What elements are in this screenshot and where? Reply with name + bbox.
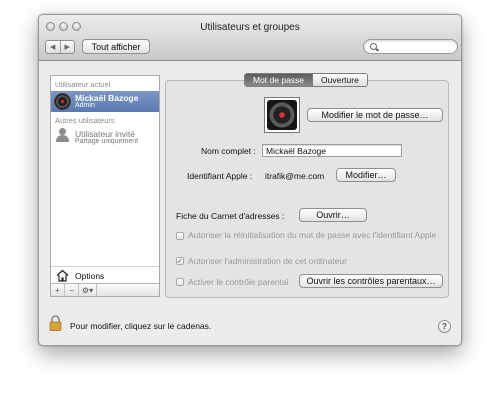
current-user-header: Utilisateur actuel — [55, 80, 111, 89]
full-name-field[interactable]: Mickaël Bazoge — [262, 144, 402, 157]
open-address-book-button[interactable]: Ouvrir… — [299, 208, 367, 222]
sidebar-item-current-user[interactable]: Mickaël Bazoge Admin — [51, 91, 159, 112]
allow-admin-label: Autoriser l'administration de cet ordina… — [188, 256, 347, 266]
search-input[interactable] — [363, 39, 458, 54]
avatar — [54, 93, 71, 110]
modify-apple-id-button[interactable]: Modifier… — [336, 168, 396, 182]
help-button[interactable]: ? — [438, 320, 451, 333]
sidebar-item-guest-user[interactable]: Utilisateur invité Partage uniquement — [51, 127, 159, 148]
address-book-label: Fiche du Carnet d'adresses : — [176, 211, 285, 221]
titlebar: Utilisateurs et groupes ◀ ▶ Tout affiche… — [39, 15, 461, 61]
lock-icon[interactable] — [49, 315, 62, 331]
change-password-button[interactable]: Modifier le mot de passe… — [307, 108, 443, 122]
options-label: Options — [75, 271, 105, 281]
lock-message: Pour modifier, cliquez sur le cadenas. — [70, 321, 212, 331]
preferences-window: Utilisateurs et groupes ◀ ▶ Tout affiche… — [38, 14, 462, 346]
users-sidebar: Utilisateur actuel Mickaël Bazoge Admin … — [50, 75, 160, 297]
sidebar-toolbar: + − ⚙▾ — [51, 283, 159, 296]
apple-id-value: itrafik@me.com — [265, 171, 325, 181]
guest-role: Partage uniquement — [75, 138, 139, 145]
allow-admin-checkbox[interactable]: ✓ — [176, 257, 184, 265]
tab-bar: Mot de passe Ouverture — [244, 73, 368, 87]
show-all-button[interactable]: Tout afficher — [82, 39, 150, 54]
allow-reset-label: Autoriser la réinitialisation du mot de … — [188, 230, 437, 240]
nav-back-forward: ◀ ▶ — [45, 40, 75, 54]
other-users-header: Autres utilisateurs — [55, 116, 115, 125]
window-title: Utilisateurs et groupes — [200, 22, 300, 33]
forward-icon[interactable]: ▶ — [59, 41, 75, 53]
parental-controls-checkbox[interactable] — [176, 278, 184, 286]
user-picture[interactable] — [264, 97, 300, 133]
tab-password[interactable]: Mot de passe — [245, 74, 313, 86]
user-role: Admin — [75, 102, 95, 109]
search-icon — [370, 43, 377, 50]
back-icon[interactable]: ◀ — [46, 41, 60, 53]
open-parental-controls-button[interactable]: Ouvrir les contrôles parentaux… — [299, 274, 443, 288]
allow-reset-checkbox[interactable] — [176, 232, 184, 240]
sidebar-item-options[interactable]: Options — [51, 266, 159, 284]
apple-id-label: Identifiant Apple : — [187, 171, 253, 181]
parental-controls-label: Activer le contrôle parental — [188, 277, 289, 287]
remove-user-button[interactable]: − — [65, 284, 79, 296]
home-icon — [56, 269, 69, 282]
add-user-button[interactable]: + — [51, 284, 65, 296]
avatar — [267, 100, 297, 130]
guest-user-icon — [56, 128, 70, 144]
tab-login-items[interactable]: Ouverture — [312, 74, 367, 86]
gear-menu-button[interactable]: ⚙▾ — [79, 284, 97, 296]
full-name-label: Nom complet : — [201, 146, 256, 156]
